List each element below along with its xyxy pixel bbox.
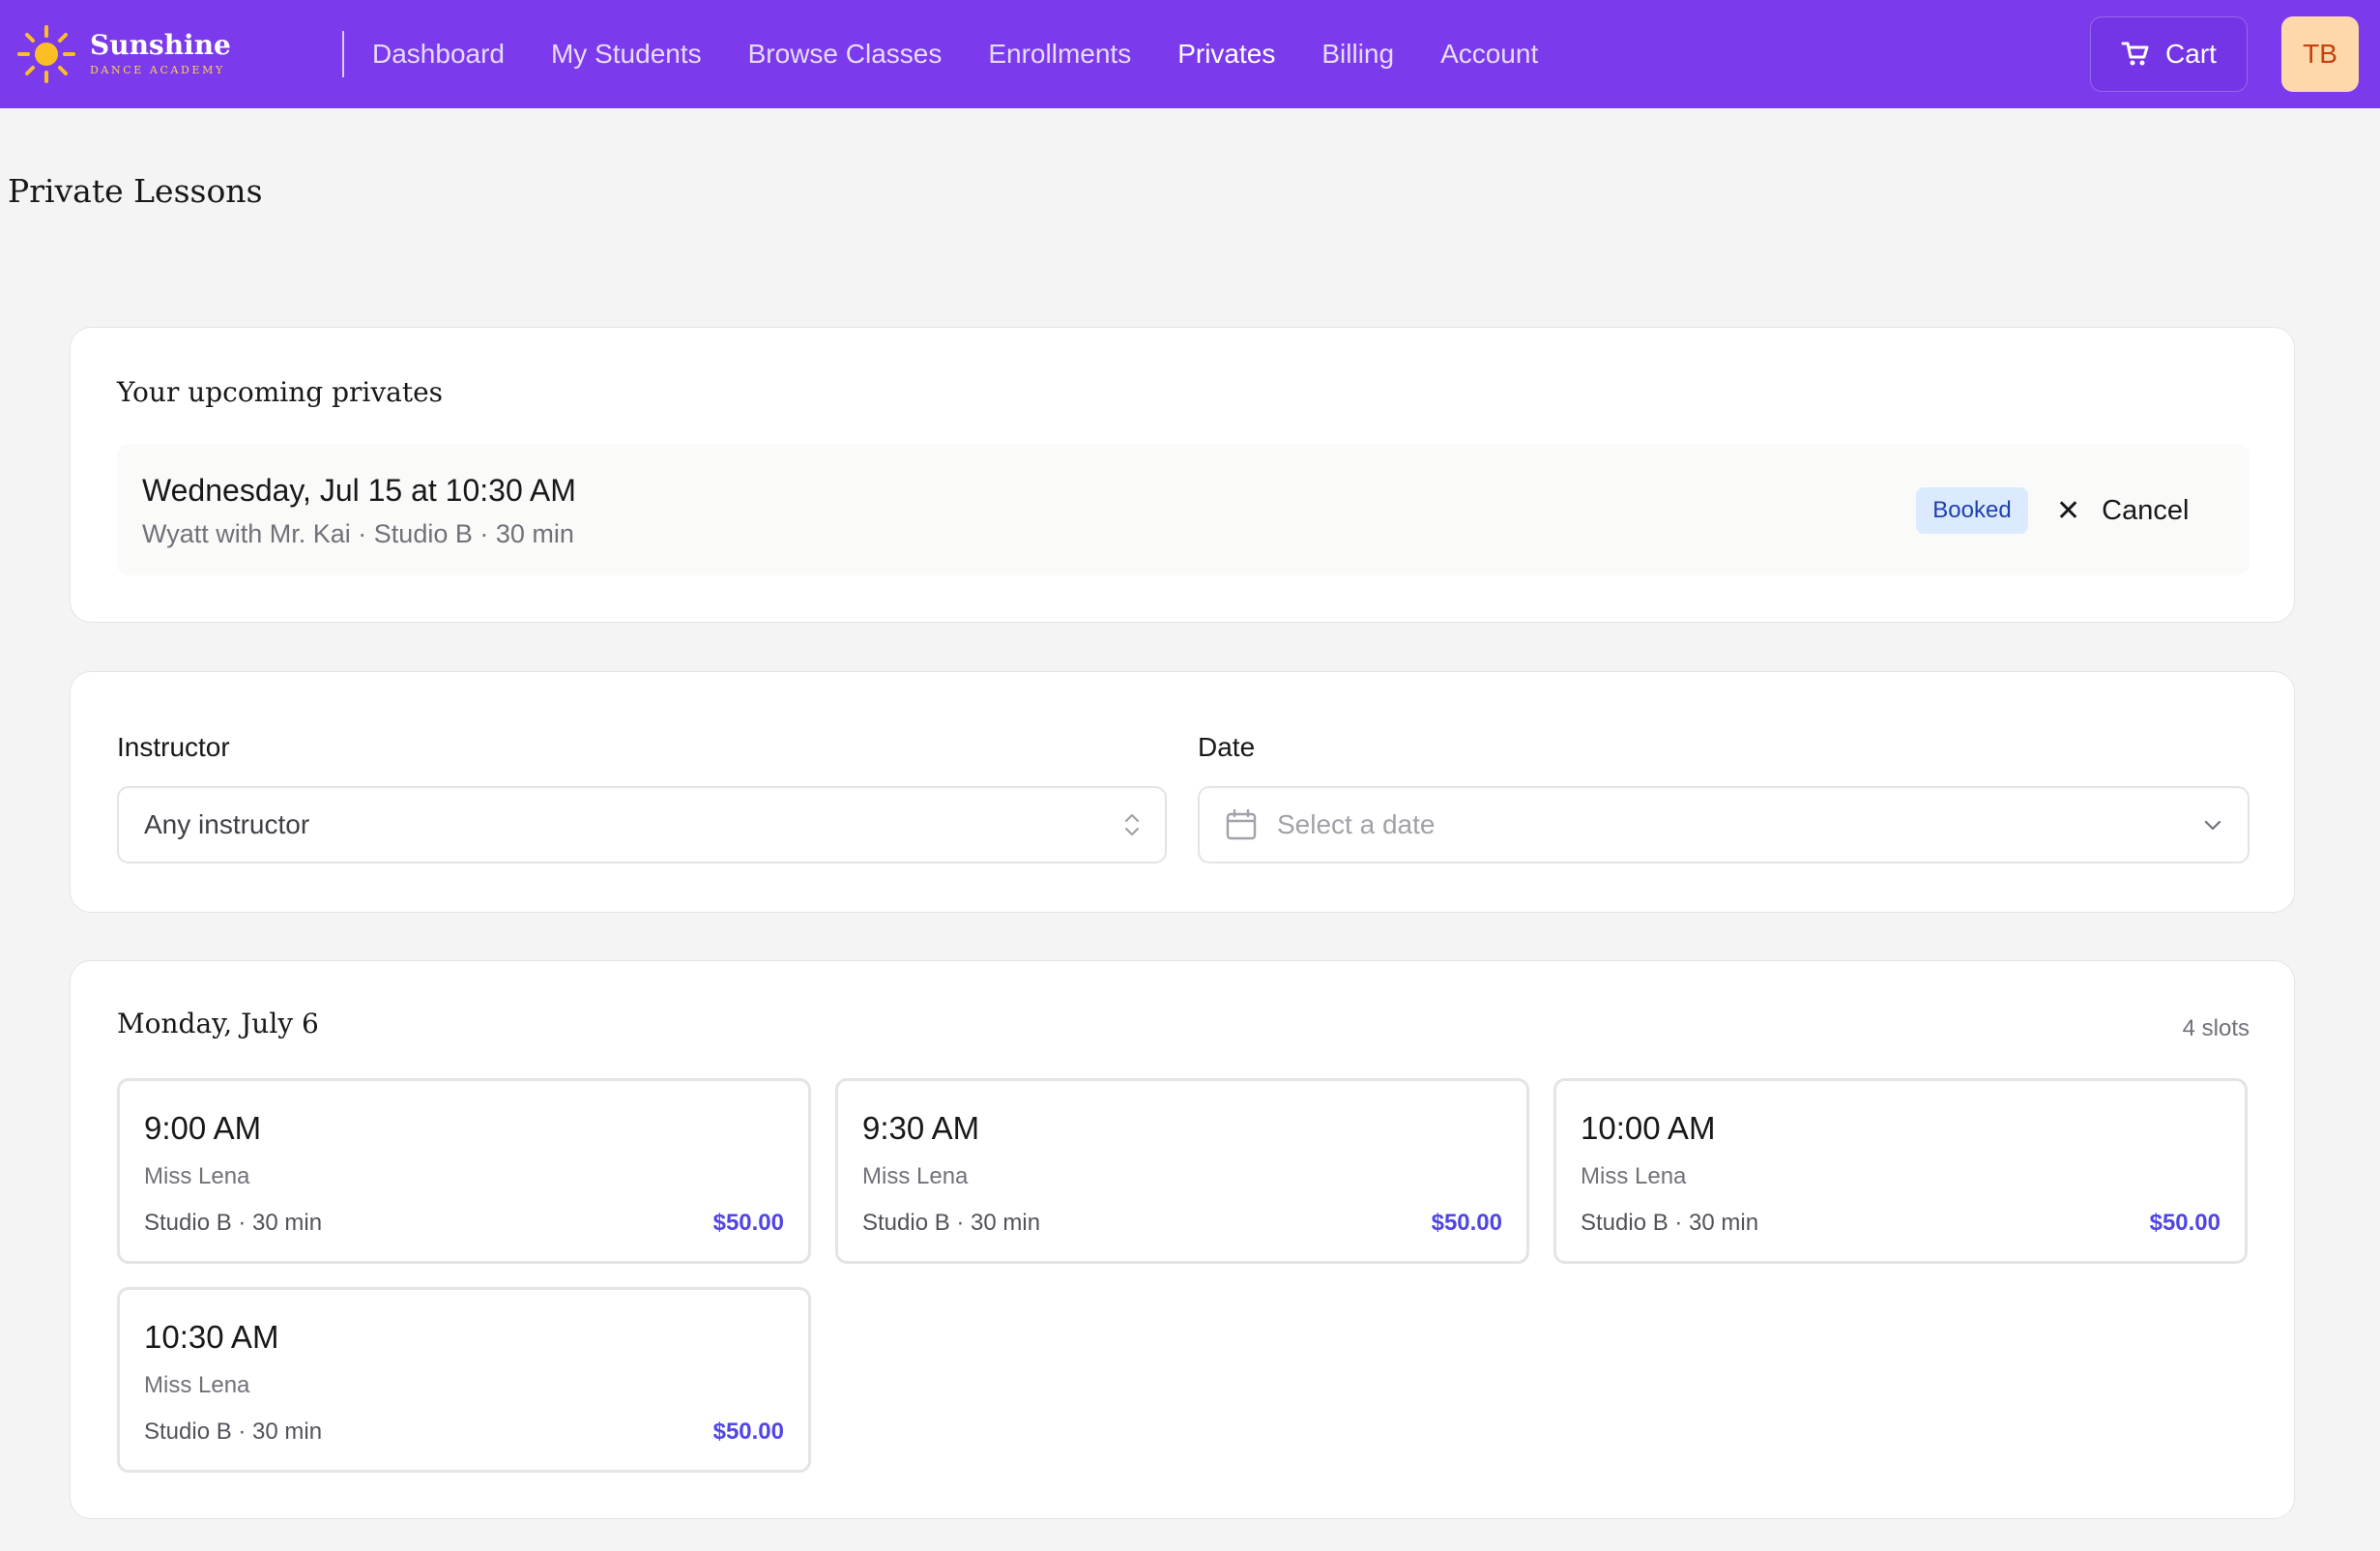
booking-details: Wyatt with Mr. Kai · Studio B · 30 min (142, 519, 574, 548)
slot-instructor: Miss Lena (862, 1163, 969, 1189)
slot-card[interactable]: 10:30 AM Miss Lena Studio B · 30 min $50… (117, 1287, 811, 1473)
nav-item-enrollments[interactable]: Enrollments (988, 39, 1131, 70)
calendar-icon (1226, 808, 1257, 840)
slot-meta: Studio B · 30 min (144, 1210, 323, 1236)
brand[interactable]: Sunshine DANCE ACADEMY (90, 29, 231, 77)
instructor-label: Instructor (117, 732, 230, 762)
chevron-up-down-icon (1124, 813, 1140, 836)
cancel-label: Cancel (2102, 494, 2190, 526)
nav-item-dashboard[interactable]: Dashboard (372, 39, 505, 70)
day-heading: Monday, July 6 (117, 1008, 319, 1039)
cart-label: Cart (2165, 39, 2217, 69)
slot-time: 9:00 AM (144, 1110, 262, 1146)
upcoming-privates-card: Your upcoming privates Wednesday, Jul 15… (70, 327, 2295, 623)
cart-icon (2121, 42, 2149, 66)
top-navigation-bar: Sunshine DANCE ACADEMY Dashboard My Stud… (0, 0, 2380, 108)
slot-card[interactable]: 9:00 AM Miss Lena Studio B · 30 min $50.… (117, 1078, 811, 1264)
available-slots-card: Monday, July 6 4 slots 9:00 AM Miss Lena… (70, 960, 2295, 1519)
header-divider (342, 31, 344, 77)
slot-price: $50.00 (2149, 1210, 2220, 1236)
main-nav: Dashboard My Students Browse Classes Enr… (372, 0, 1584, 108)
instructor-select[interactable]: Any instructor (117, 786, 1167, 863)
slot-count: 4 slots (2182, 1015, 2249, 1041)
booking-title: Wednesday, Jul 15 at 10:30 AM (142, 473, 576, 508)
cancel-booking-button[interactable]: ✕ Cancel (2056, 486, 2189, 535)
close-icon: ✕ (2056, 494, 2081, 527)
nav-item-browse-classes[interactable]: Browse Classes (748, 39, 943, 70)
page-title: Private Lessons (8, 172, 263, 210)
slot-time: 9:30 AM (862, 1110, 980, 1146)
slot-time: 10:00 AM (1581, 1110, 1716, 1146)
upcoming-heading: Your upcoming privates (117, 376, 444, 408)
slot-card[interactable]: 9:30 AM Miss Lena Studio B · 30 min $50.… (835, 1078, 1529, 1264)
date-picker[interactable]: Select a date (1198, 786, 2249, 863)
slot-price: $50.00 (712, 1210, 784, 1236)
slot-time: 10:30 AM (144, 1319, 279, 1355)
slot-instructor: Miss Lena (144, 1163, 250, 1189)
sun-logo-icon[interactable] (15, 23, 77, 85)
booking-item: Wednesday, Jul 15 at 10:30 AM Wyatt with… (117, 444, 2249, 575)
filters-card: Instructor Any instructor Date Select a … (70, 671, 2295, 913)
cart-button[interactable]: Cart (2090, 16, 2248, 92)
slot-meta: Studio B · 30 min (862, 1210, 1041, 1236)
slot-meta: Studio B · 30 min (144, 1419, 323, 1445)
chevron-down-icon (2204, 820, 2221, 831)
brand-subtitle: DANCE ACADEMY (90, 64, 225, 76)
brand-name: Sunshine (90, 29, 231, 61)
nav-item-billing[interactable]: Billing (1321, 39, 1394, 70)
nav-item-my-students[interactable]: My Students (551, 39, 702, 70)
instructor-value: Any instructor (144, 809, 310, 839)
slot-price: $50.00 (712, 1419, 784, 1445)
date-label: Date (1198, 732, 1256, 762)
slot-card[interactable]: 10:00 AM Miss Lena Studio B · 30 min $50… (1553, 1078, 2248, 1264)
nav-item-account[interactable]: Account (1440, 39, 1538, 70)
slot-instructor: Miss Lena (144, 1372, 250, 1398)
status-badge: Booked (1916, 487, 2028, 534)
nav-item-privates[interactable]: Privates (1177, 39, 1275, 70)
slot-meta: Studio B · 30 min (1581, 1210, 1759, 1236)
date-placeholder: Select a date (1277, 809, 1436, 839)
slot-instructor: Miss Lena (1581, 1163, 1687, 1189)
slot-price: $50.00 (1431, 1210, 1502, 1236)
user-avatar[interactable]: TB (2281, 16, 2359, 92)
